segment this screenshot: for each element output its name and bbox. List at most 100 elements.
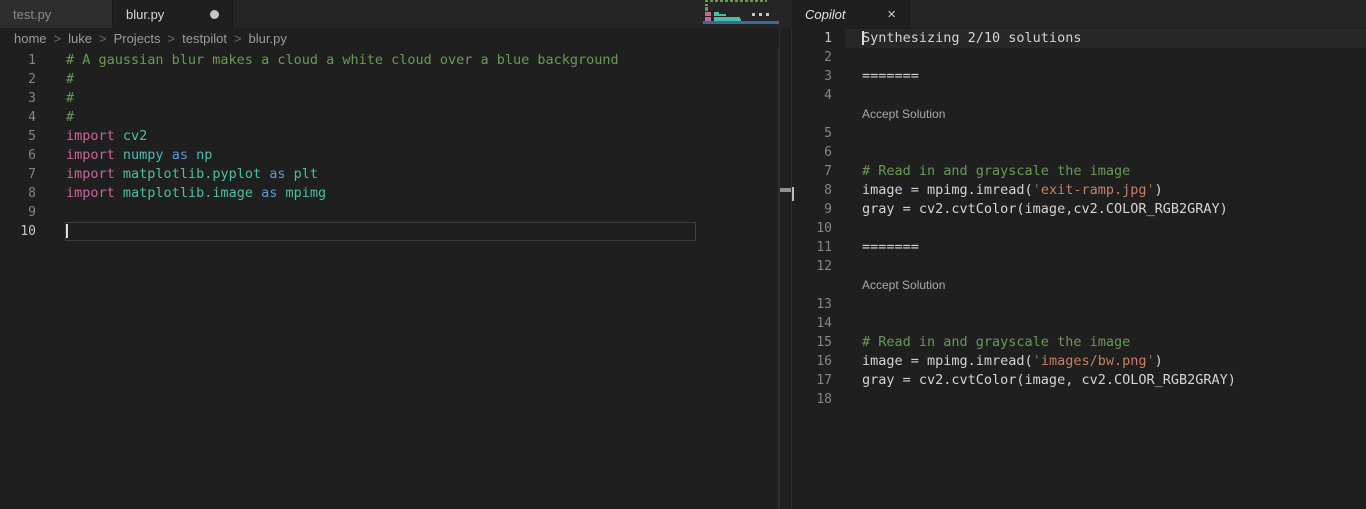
code-text: #	[66, 71, 75, 87]
tabbar-left: test.py blur.py	[0, 0, 779, 28]
line-number: 1	[28, 53, 36, 68]
copilot-suggestions-editor[interactable]: 1 Synthesizing 2/10 solutions 2 3 ======= 4 Ac…	[792, 28, 1366, 509]
text-cursor	[862, 31, 864, 45]
line-number: 6	[28, 148, 36, 163]
tab-label: test.py	[13, 6, 52, 22]
line-number: 11	[816, 240, 832, 255]
close-icon[interactable]: ×	[887, 7, 896, 22]
code-editor-blur-py[interactable]: 1 # A gaussian blur makes a cloud a white…	[0, 48, 779, 509]
code-line[interactable]: 2 #	[0, 70, 779, 89]
code-line[interactable]: 17 gray = cv2.cvtColor(image, cv2.COLOR_R…	[792, 371, 1366, 390]
line-number: 17	[816, 373, 832, 388]
line-number: 5	[824, 126, 832, 141]
accept-solution-link[interactable]: Accept Solution	[862, 276, 945, 295]
code-line[interactable]: 4	[792, 86, 1366, 105]
code-line[interactable]: 13	[792, 295, 1366, 314]
code-text: import matplotlib.pyplot as plt	[66, 166, 319, 182]
breadcrumb-item[interactable]: luke	[68, 31, 92, 46]
line-number: 1	[824, 31, 832, 46]
code-line[interactable]: 3 #	[0, 89, 779, 108]
code-line[interactable]: 15 # Read in and grayscale the image	[792, 333, 1366, 352]
line-number: 9	[28, 205, 36, 220]
code-line[interactable]: 6 import numpy as np	[0, 146, 779, 165]
code-text: # Read in and grayscale the image	[862, 334, 1131, 350]
minimap[interactable]	[703, 0, 779, 26]
breadcrumb-item[interactable]: Projects	[114, 31, 161, 46]
sash-top-cap	[779, 0, 792, 28]
code-line[interactable]: 14	[792, 314, 1366, 333]
code-lens-row[interactable]: Accept Solution	[792, 105, 1366, 124]
line-number: 10	[816, 221, 832, 236]
code-line[interactable]: 1 Synthesizing 2/10 solutions	[792, 29, 1366, 48]
line-number: 4	[28, 110, 36, 125]
code-text: image = mpimg.imread('exit-ramp.jpg')	[862, 182, 1163, 198]
line-number: 13	[816, 297, 832, 312]
line-number: 6	[824, 145, 832, 160]
code-text: #	[66, 90, 75, 106]
minimap-comment-line	[705, 0, 767, 2]
line-number: 10	[20, 224, 36, 239]
code-line[interactable]: 12	[792, 257, 1366, 276]
code-text: import cv2	[66, 128, 148, 144]
scrollbar-mark	[780, 188, 791, 192]
text-cursor	[66, 224, 68, 238]
code-line[interactable]: 3 =======	[792, 67, 1366, 86]
code-line[interactable]: 4 #	[0, 108, 779, 127]
line-number: 16	[816, 354, 832, 369]
code-lens-row[interactable]: Accept Solution	[792, 276, 1366, 295]
tab-label: Copilot	[805, 6, 846, 22]
editor-group-right: Copilot × 1 Synthesizing 2/10 solutions 2 3…	[792, 0, 1366, 509]
minimap-slider[interactable]	[703, 21, 779, 24]
tab-copilot[interactable]: Copilot ×	[792, 0, 910, 28]
code-text: =======	[862, 239, 919, 255]
code-text: gray = cv2.cvtColor(image, cv2.COLOR_RGB…	[862, 372, 1236, 388]
code-line[interactable]: 8 image = mpimg.imread('exit-ramp.jpg')	[792, 181, 1366, 200]
line-number: 7	[824, 164, 832, 179]
code-line[interactable]: 10	[792, 219, 1366, 238]
breadcrumb: home > luke > Projects > testpilot > blur.py	[0, 28, 779, 48]
breadcrumb-item[interactable]: blur.py	[249, 31, 287, 46]
editor-group-sash[interactable]	[779, 0, 792, 509]
code-line[interactable]: 5	[792, 124, 1366, 143]
tabbar-right: Copilot ×	[792, 0, 1366, 28]
chevron-right-icon: >	[233, 30, 242, 46]
line-number: 3	[28, 91, 36, 106]
code-line[interactable]: 8 import matplotlib.image as mpimg	[0, 184, 779, 203]
breadcrumb-item[interactable]: home	[14, 31, 47, 46]
code-line[interactable]: 10	[0, 222, 779, 241]
code-line[interactable]: 16 image = mpimg.imread('images/bw.png')	[792, 352, 1366, 371]
dirty-indicator-icon[interactable]	[210, 9, 219, 19]
code-line[interactable]: 6	[792, 143, 1366, 162]
code-line[interactable]: 2	[792, 48, 1366, 67]
code-line[interactable]: 7 # Read in and grayscale the image	[792, 162, 1366, 181]
chevron-right-icon: >	[98, 30, 107, 46]
accept-solution-link[interactable]: Accept Solution	[862, 105, 945, 124]
code-line[interactable]: 7 import matplotlib.pyplot as plt	[0, 165, 779, 184]
breadcrumb-item[interactable]: testpilot	[182, 31, 227, 46]
code-text: image = mpimg.imread('images/bw.png')	[862, 353, 1163, 369]
code-line[interactable]: 11 =======	[792, 238, 1366, 257]
code-line[interactable]: 9 gray = cv2.cvtColor(image,cv2.COLOR_RGB…	[792, 200, 1366, 219]
code-line[interactable]: 18	[792, 390, 1366, 409]
code-text: import numpy as np	[66, 147, 213, 163]
current-line-border	[65, 222, 696, 241]
code-text: gray = cv2.cvtColor(image,cv2.COLOR_RGB2…	[862, 201, 1228, 217]
line-number: 12	[816, 259, 832, 274]
code-line[interactable]: 5 import cv2	[0, 127, 779, 146]
tab-label: blur.py	[126, 6, 165, 22]
sash-left-line	[779, 28, 780, 509]
line-number: 8	[824, 183, 832, 198]
line-number: 4	[824, 88, 832, 103]
tab-test-py[interactable]: test.py	[0, 0, 113, 28]
tab-blur-py[interactable]: blur.py	[113, 0, 233, 28]
code-line[interactable]: 9	[0, 203, 779, 222]
code-text: #	[66, 109, 75, 125]
code-line[interactable]: 1 # A gaussian blur makes a cloud a white…	[0, 51, 779, 70]
editor-group-left: test.py blur.py home > luke > Projects > testp…	[0, 0, 779, 509]
code-text: =======	[862, 68, 919, 84]
chevron-right-icon: >	[167, 30, 176, 46]
code-text: import matplotlib.image as mpimg	[66, 185, 327, 201]
line-number: 7	[28, 167, 36, 182]
line-number: 9	[824, 202, 832, 217]
line-number: 15	[816, 335, 832, 350]
